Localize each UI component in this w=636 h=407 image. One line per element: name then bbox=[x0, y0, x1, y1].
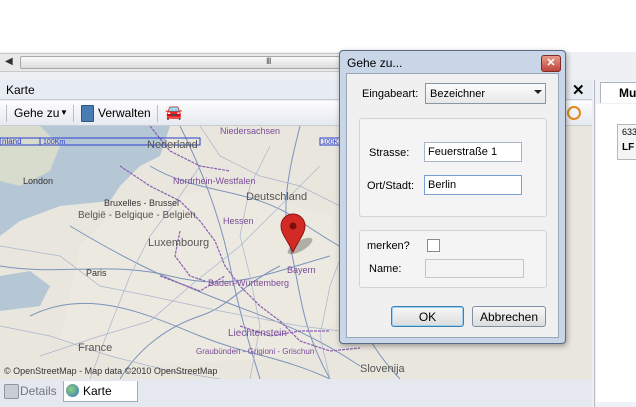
input-type-select[interactable]: Bezeichner bbox=[425, 83, 546, 104]
tab-details[interactable]: Details bbox=[2, 381, 57, 401]
map-label: België - Belgique - Belgien bbox=[78, 210, 196, 221]
remember-label: merken? bbox=[367, 240, 410, 252]
tab-details-label: Details bbox=[20, 384, 57, 398]
right-card-line: LF bbox=[622, 142, 635, 153]
map-label: Niedersachsen bbox=[220, 126, 280, 136]
chevron-down-icon[interactable] bbox=[534, 90, 542, 94]
map-label: Liechtenstein bbox=[228, 328, 287, 339]
tab-karte-label: Karte bbox=[83, 384, 112, 398]
svg-text:nland: nland bbox=[2, 137, 22, 146]
car-icon[interactable]: 🚘 bbox=[165, 104, 182, 121]
map-label: Slovenija bbox=[360, 363, 406, 375]
toolbar-separator bbox=[73, 105, 74, 122]
map-attribution: © OpenStreetMap - Map data ©2010 OpenStr… bbox=[4, 366, 218, 376]
chevron-down-icon[interactable]: ▼ bbox=[60, 108, 68, 117]
dialog-close-button[interactable]: ✕ bbox=[541, 55, 561, 72]
details-icon bbox=[4, 384, 19, 399]
map-label: Graubünden - Grigioni - Grischun bbox=[196, 347, 314, 356]
map-label: Hessen bbox=[223, 216, 254, 226]
map-label: France bbox=[78, 342, 112, 354]
toolbar-separator bbox=[6, 105, 7, 122]
map-label: Nederland bbox=[147, 139, 198, 151]
scale-label: 100Km bbox=[43, 139, 65, 146]
street-field[interactable]: Feuerstraße 1 bbox=[424, 142, 522, 162]
scrollbar-grip: III bbox=[266, 56, 271, 66]
right-card[interactable]: 633 LF bbox=[617, 124, 636, 160]
map-label: Deutschland bbox=[246, 191, 307, 203]
tab-karte[interactable]: Karte bbox=[63, 381, 138, 402]
city-label: Ort/Stadt: bbox=[367, 180, 415, 192]
scroll-left-icon[interactable]: ◀ bbox=[5, 56, 13, 67]
address-group bbox=[359, 118, 547, 217]
tab-right[interactable]: Mu bbox=[600, 82, 636, 103]
map-panel-title: Karte bbox=[6, 83, 35, 97]
name-field[interactable] bbox=[425, 259, 524, 278]
remember-checkbox[interactable] bbox=[427, 239, 440, 252]
map-label: London bbox=[23, 176, 53, 186]
dialog-title: Gehe zu... bbox=[347, 56, 403, 70]
street-label: Strasse: bbox=[369, 147, 410, 159]
map-label: Baden-Württemberg bbox=[208, 278, 289, 288]
map-label: Luxembourg bbox=[148, 237, 209, 249]
right-card-line: 633 bbox=[622, 127, 636, 137]
panel-close-button[interactable]: ✕ bbox=[572, 81, 585, 99]
goto-dropdown-button[interactable]: Gehe zu bbox=[14, 106, 59, 120]
ok-button[interactable]: OK bbox=[391, 306, 464, 327]
document-area bbox=[0, 0, 636, 52]
city-field[interactable]: Berlin bbox=[424, 175, 522, 195]
input-type-label: Eingabeart: bbox=[362, 88, 419, 100]
map-label: Nordrhein-Westfalen bbox=[173, 176, 255, 186]
manage-button[interactable]: Verwalten bbox=[98, 106, 151, 120]
name-label: Name: bbox=[369, 263, 402, 275]
cancel-button[interactable]: Abbrechen bbox=[472, 306, 546, 327]
map-label: Paris bbox=[86, 268, 107, 278]
map-label: Bruxelles - Brussel bbox=[104, 198, 179, 208]
globe-icon bbox=[66, 384, 79, 397]
search-icon[interactable] bbox=[567, 106, 581, 120]
book-icon[interactable] bbox=[81, 105, 94, 122]
toolbar-separator bbox=[157, 105, 158, 122]
map-label: Bayern bbox=[287, 265, 316, 275]
